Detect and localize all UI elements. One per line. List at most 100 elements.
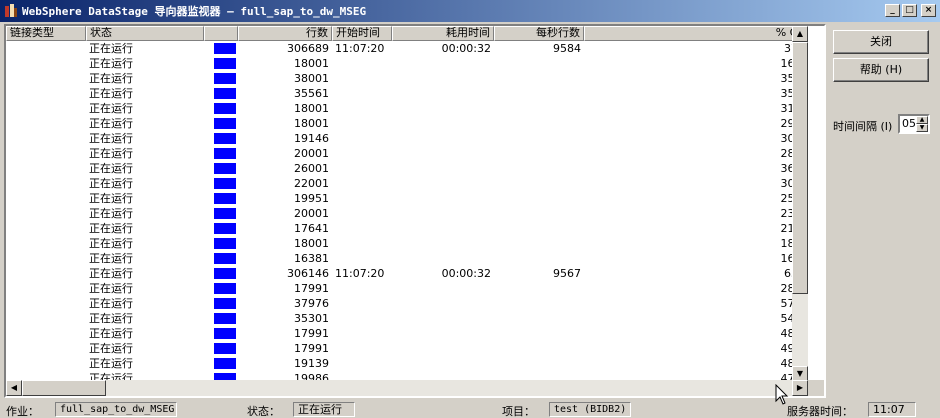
rows-per-sec-cell bbox=[494, 191, 584, 206]
start-time-cell bbox=[332, 161, 392, 176]
rows-per-sec-cell: 9567 bbox=[553, 267, 581, 280]
start-time-cell: 11:07:20 bbox=[335, 42, 385, 55]
progress-cell bbox=[204, 236, 238, 251]
cpu-cell: 16.8 bbox=[584, 56, 808, 71]
table-row[interactable]: 正在运行 38001 35.4 bbox=[6, 71, 808, 86]
start-time-cell bbox=[332, 311, 392, 326]
scroll-left-icon[interactable]: ◀ bbox=[6, 380, 22, 396]
table-row[interactable]: 正在运行 17991 49.9 bbox=[6, 341, 808, 356]
table-row[interactable]: 正在运行 18001 31.3 bbox=[6, 101, 808, 116]
table-row[interactable]: 正在运行 22001 30.5 bbox=[6, 176, 808, 191]
horizontal-scrollbar[interactable]: ◀ ▶ bbox=[6, 380, 808, 396]
interval-value[interactable]: 05 bbox=[902, 117, 916, 130]
close-button[interactable]: 关闭 bbox=[833, 30, 929, 54]
title-bar[interactable]: WebSphere DataStage 导向器监视器 — full_sap_to… bbox=[0, 0, 940, 22]
table-row[interactable]: 正在运行 19146 30.1 bbox=[6, 131, 808, 146]
table-row[interactable]: 正在运行 18001 18.0 bbox=[6, 236, 808, 251]
table-row[interactable]: 正在运行 20001 28.9 bbox=[6, 146, 808, 161]
table-row[interactable]: 正在运行 35561 35.1 bbox=[6, 86, 808, 101]
mouse-cursor-icon bbox=[775, 384, 789, 405]
progress-cell bbox=[204, 71, 238, 86]
progress-bar bbox=[214, 88, 236, 99]
progress-cell bbox=[204, 356, 238, 371]
column-header-elapsed[interactable]: 耗用时间 bbox=[392, 26, 494, 41]
cpu-cell: 31.3 bbox=[584, 101, 808, 116]
elapsed-cell bbox=[392, 56, 494, 71]
start-time-cell bbox=[332, 326, 392, 341]
spin-up-icon[interactable]: ▲ bbox=[916, 116, 928, 124]
table-row[interactable]: 正在运行 19951 25.9 bbox=[6, 191, 808, 206]
progress-cell bbox=[204, 86, 238, 101]
table-row[interactable]: 正在运行 20001 23.9 bbox=[6, 206, 808, 221]
table-row[interactable]: 正在运行 19139 48.9 bbox=[6, 356, 808, 371]
link-type-cell bbox=[6, 251, 86, 266]
maximize-button[interactable]: □ bbox=[902, 4, 917, 17]
monitor-list[interactable]: 链接类型 状态 行数 开始时间 耗用时间 每秒行数 % CP 正在运行 30668… bbox=[4, 24, 826, 398]
table-row[interactable]: 正在运行 17641 21.0 bbox=[6, 221, 808, 236]
table-row[interactable]: 正在运行 18001 16.8 bbox=[6, 56, 808, 71]
status-label: 状态： bbox=[247, 405, 280, 418]
cpu-cell: 28.9 bbox=[584, 146, 808, 161]
column-header-cpu[interactable]: % CP bbox=[584, 26, 808, 41]
rows-cell: 19146 bbox=[294, 132, 329, 145]
table-row[interactable]: 正在运行 306689 11:07:20 00:00:32 9584379 bbox=[6, 41, 808, 56]
scroll-right-icon[interactable]: ▶ bbox=[792, 380, 808, 396]
vertical-scroll-thumb[interactable] bbox=[792, 42, 808, 294]
column-header-progress[interactable] bbox=[204, 26, 238, 41]
progress-bar bbox=[214, 328, 236, 339]
elapsed-cell bbox=[392, 191, 494, 206]
horizontal-scroll-thumb[interactable] bbox=[22, 380, 106, 396]
progress-bar bbox=[214, 298, 236, 309]
rows-cell: 20001 bbox=[294, 207, 329, 220]
status-cell: 正在运行 bbox=[89, 132, 133, 145]
job-label: 作业： bbox=[6, 405, 39, 418]
column-header-start-time[interactable]: 开始时间 bbox=[332, 26, 392, 41]
start-time-cell bbox=[332, 191, 392, 206]
rows-per-sec-cell bbox=[494, 206, 584, 221]
column-header-rows[interactable]: 行数 bbox=[238, 26, 332, 41]
progress-bar bbox=[214, 103, 236, 114]
elapsed-cell bbox=[392, 206, 494, 221]
cpu-cell: 36.7 bbox=[584, 161, 808, 176]
progress-bar bbox=[214, 268, 236, 279]
elapsed-cell bbox=[392, 251, 494, 266]
table-row[interactable]: 正在运行 37976 57.0 bbox=[6, 296, 808, 311]
progress-cell bbox=[204, 206, 238, 221]
progress-bar bbox=[214, 178, 236, 189]
table-row[interactable]: 正在运行 18001 29.4 bbox=[6, 116, 808, 131]
table-row[interactable]: 正在运行 306146 11:07:20 00:00:32 9567630 bbox=[6, 266, 808, 281]
server-time-label: 服务器时间： bbox=[787, 405, 853, 418]
close-window-button[interactable]: × bbox=[921, 4, 936, 17]
spin-down-icon[interactable]: ▼ bbox=[916, 124, 928, 132]
interval-spinner[interactable]: 05 ▲ ▼ bbox=[898, 114, 930, 134]
status-cell: 正在运行 bbox=[89, 177, 133, 190]
rows-per-sec-cell bbox=[494, 56, 584, 71]
vertical-scrollbar[interactable]: ▲ ▼ bbox=[792, 26, 808, 382]
table-row[interactable]: 正在运行 17991 28.3 bbox=[6, 281, 808, 296]
start-time-cell bbox=[332, 86, 392, 101]
table-row[interactable]: 正在运行 26001 36.7 bbox=[6, 161, 808, 176]
start-time-cell bbox=[332, 71, 392, 86]
progress-bar bbox=[214, 133, 236, 144]
link-type-cell bbox=[6, 341, 86, 356]
progress-cell bbox=[204, 131, 238, 146]
column-header-link-type[interactable]: 链接类型 bbox=[6, 26, 86, 41]
job-value: full_sap_to_dw_MSEG bbox=[55, 402, 177, 417]
column-header-rows-per-sec[interactable]: 每秒行数 bbox=[494, 26, 584, 41]
start-time-cell bbox=[332, 341, 392, 356]
elapsed-cell bbox=[392, 131, 494, 146]
table-row[interactable]: 正在运行 35301 54.7 bbox=[6, 311, 808, 326]
status-cell: 正在运行 bbox=[89, 117, 133, 130]
table-row[interactable]: 正在运行 16381 16.5 bbox=[6, 251, 808, 266]
start-time-cell bbox=[332, 176, 392, 191]
link-type-cell bbox=[6, 176, 86, 191]
table-row[interactable]: 正在运行 17991 48.3 bbox=[6, 326, 808, 341]
elapsed-cell bbox=[392, 311, 494, 326]
column-header-status[interactable]: 状态 bbox=[86, 26, 204, 41]
scroll-up-icon[interactable]: ▲ bbox=[792, 26, 808, 42]
minimize-button[interactable]: _ bbox=[885, 4, 900, 17]
progress-cell bbox=[204, 161, 238, 176]
progress-bar bbox=[214, 343, 236, 354]
link-type-cell bbox=[6, 56, 86, 71]
help-button[interactable]: 帮助 (H) bbox=[833, 58, 929, 82]
